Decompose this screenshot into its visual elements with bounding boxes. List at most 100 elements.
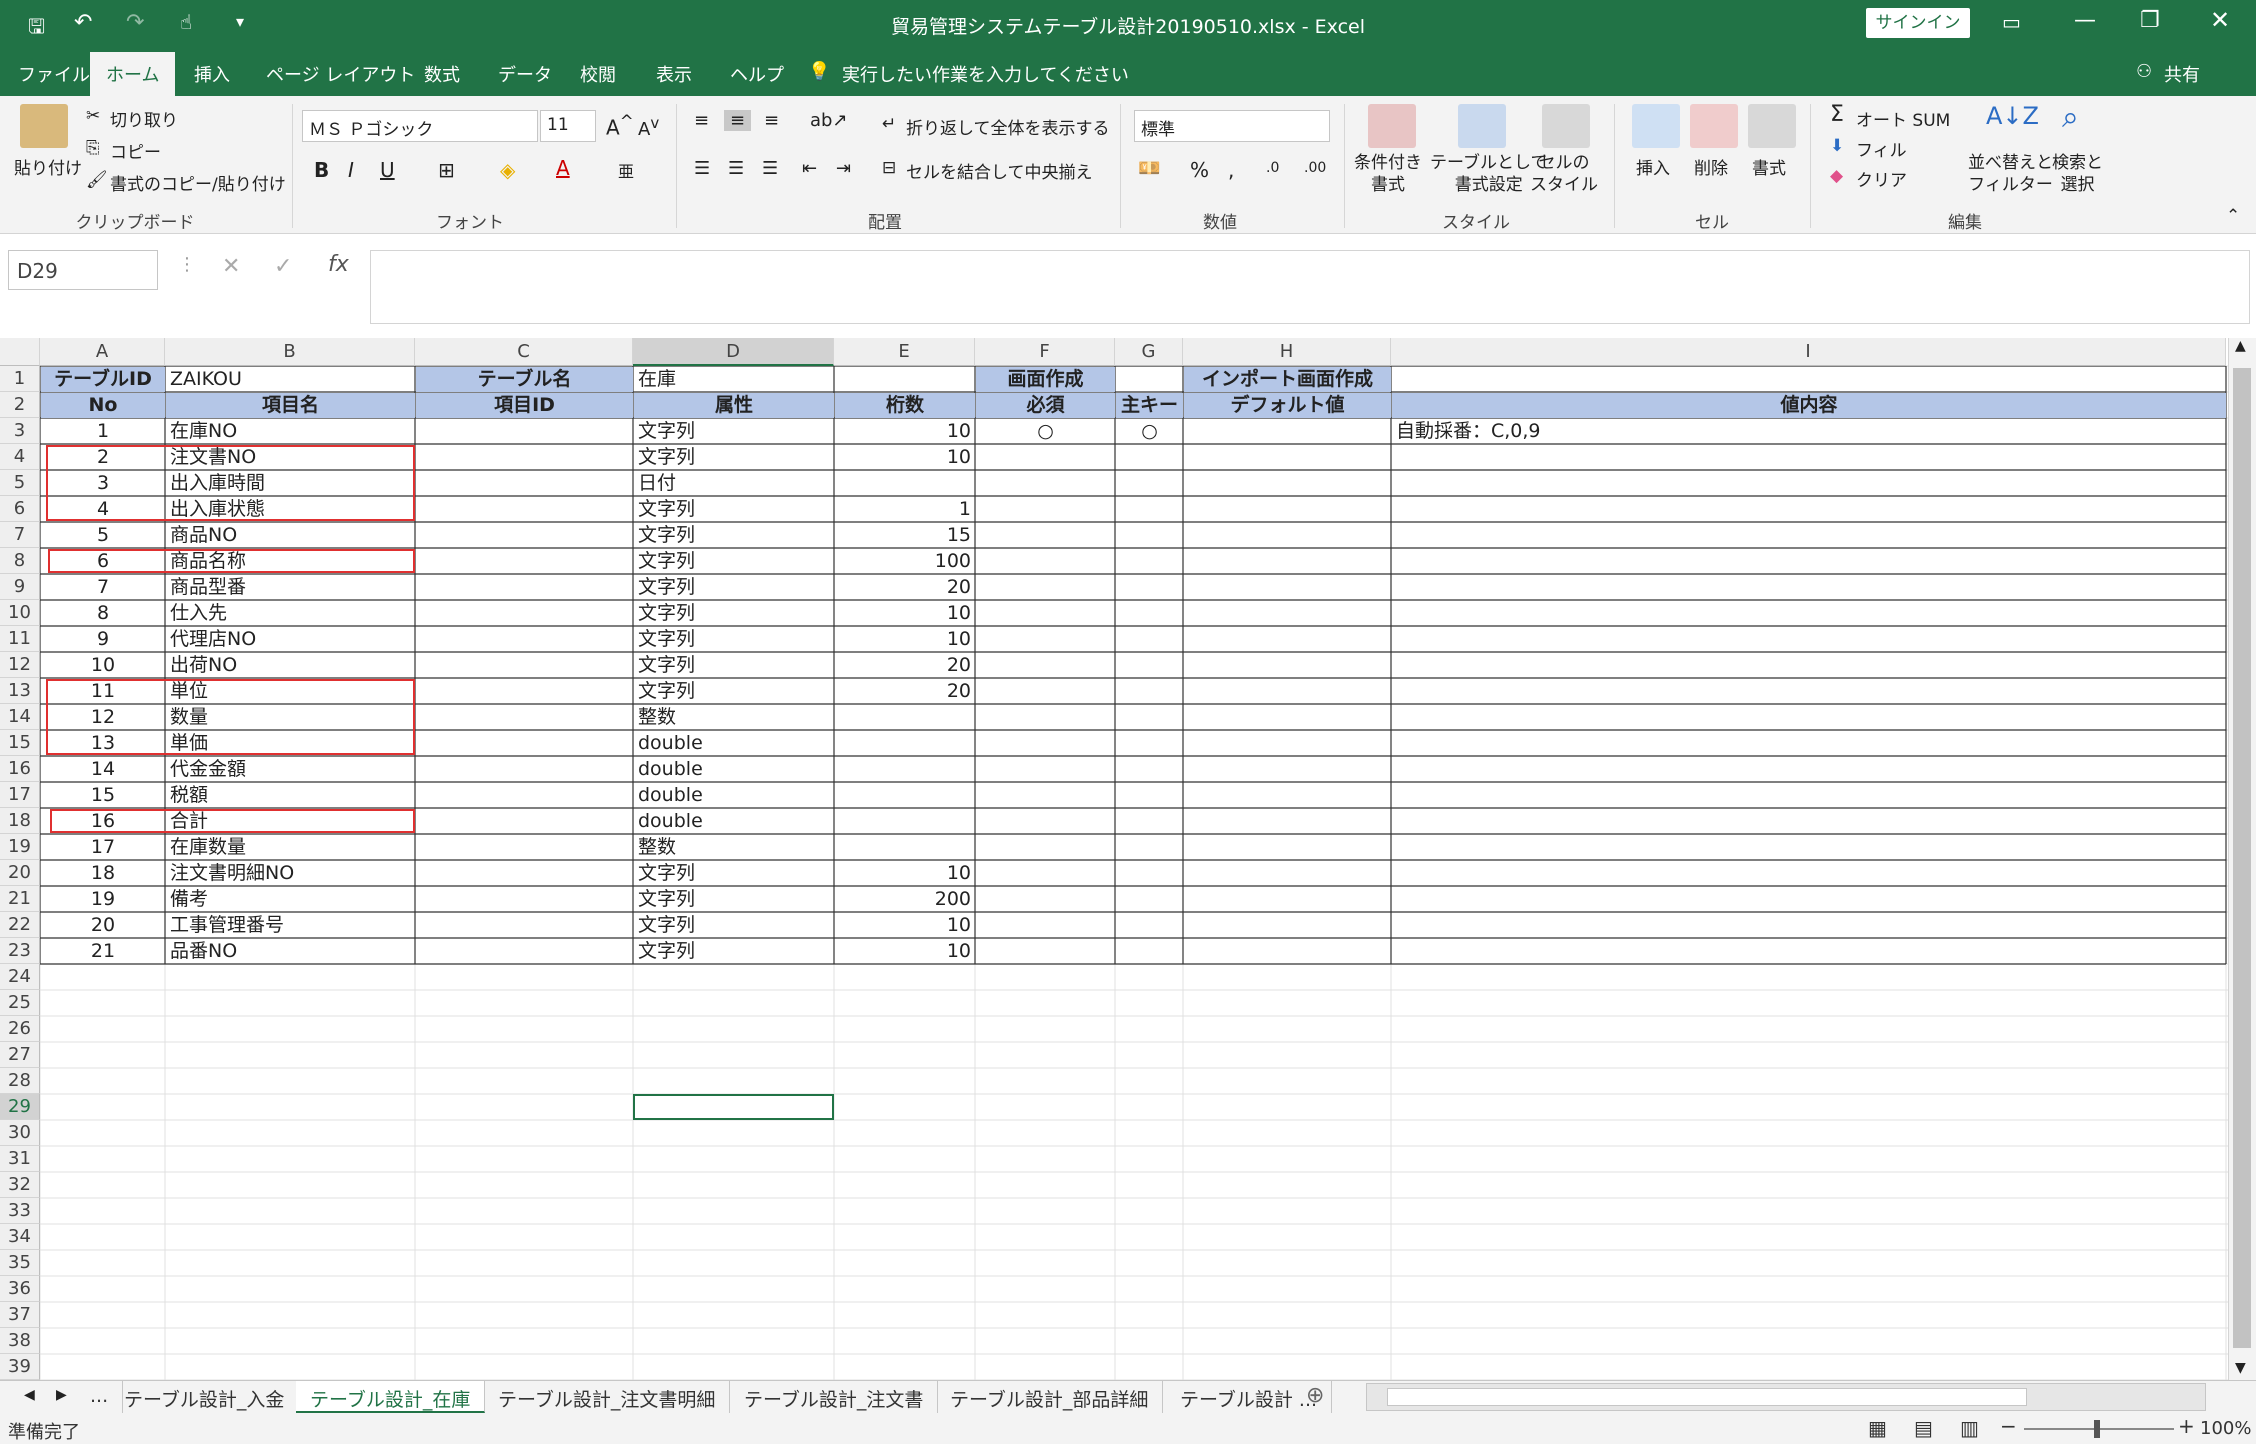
cell-item-id[interactable] xyxy=(416,835,633,860)
formula-input[interactable] xyxy=(370,250,2250,324)
cell-no[interactable]: 11 xyxy=(41,679,165,704)
row-header[interactable]: 14 xyxy=(0,704,40,730)
row-header[interactable]: 21 xyxy=(0,886,40,912)
cell-no[interactable]: 2 xyxy=(41,445,165,470)
align-bottom-icon[interactable]: ≡ xyxy=(764,110,779,131)
cell-default[interactable] xyxy=(1184,627,1391,652)
next-sheet-icon[interactable]: ▶ xyxy=(56,1387,67,1403)
format-cells-button[interactable]: 書式 xyxy=(1752,154,1786,179)
row-header[interactable]: 30 xyxy=(0,1120,40,1146)
cell-digits[interactable]: 10 xyxy=(835,939,975,964)
copy-icon[interactable]: ⎘ xyxy=(86,138,100,158)
cell-item-id[interactable] xyxy=(416,887,633,912)
row-header[interactable]: 25 xyxy=(0,990,40,1016)
insert-cells-icon[interactable] xyxy=(1632,104,1680,148)
row-header[interactable]: 1 xyxy=(0,366,40,392)
cell-required[interactable] xyxy=(976,757,1115,782)
cell-required[interactable] xyxy=(976,653,1115,678)
minimize-icon[interactable]: — xyxy=(2074,8,2096,33)
column-title-itemid[interactable]: 項目ID xyxy=(416,393,633,418)
sheet-tab[interactable]: テーブル設計_入金 xyxy=(110,1381,300,1413)
cell-item-name[interactable]: 注文書NO xyxy=(166,445,415,470)
row-header[interactable]: 18 xyxy=(0,808,40,834)
tab-insert[interactable]: 挿入 xyxy=(194,61,230,87)
cell-default[interactable] xyxy=(1184,653,1391,678)
cell-item-id[interactable] xyxy=(416,731,633,756)
selected-cell-d29[interactable] xyxy=(633,1094,834,1120)
cell-no[interactable]: 3 xyxy=(41,471,165,496)
cell-item-id[interactable] xyxy=(416,913,633,938)
cell-primary-key[interactable] xyxy=(1116,913,1183,938)
insert-cells-button[interactable]: 挿入 xyxy=(1636,154,1670,179)
bold-button[interactable]: B xyxy=(314,158,329,182)
cell-attribute[interactable]: 文字列 xyxy=(634,601,834,626)
font-size-select[interactable]: 11 xyxy=(540,110,596,142)
cell-default[interactable] xyxy=(1184,523,1391,548)
cell-attribute[interactable]: 文字列 xyxy=(634,497,834,522)
row-header[interactable]: 19 xyxy=(0,834,40,860)
cell-item-id[interactable] xyxy=(416,653,633,678)
column-header-c[interactable]: C xyxy=(415,338,633,366)
format-painter-icon[interactable]: 🖌 xyxy=(86,170,108,190)
add-sheet-icon[interactable]: ⊕ xyxy=(1306,1383,1324,1408)
cell-value[interactable] xyxy=(1392,783,2226,808)
cell-no[interactable]: 16 xyxy=(41,809,165,834)
orientation-icon[interactable]: ab↗ xyxy=(810,110,848,131)
cell-digits[interactable]: 20 xyxy=(835,575,975,600)
cell-item-id[interactable] xyxy=(416,601,633,626)
cell-required[interactable] xyxy=(976,549,1115,574)
cut-button[interactable]: 切り取り xyxy=(110,106,178,131)
row-header[interactable]: 38 xyxy=(0,1328,40,1354)
cell-value[interactable] xyxy=(1392,861,2226,886)
cell-required[interactable] xyxy=(976,861,1115,886)
font-name-select[interactable]: ＭＳ Ｐゴシック xyxy=(302,110,538,142)
cell-digits[interactable] xyxy=(835,783,975,808)
cell-attribute[interactable]: double xyxy=(634,783,834,808)
delete-cells-icon[interactable] xyxy=(1690,104,1738,148)
cell-attribute[interactable]: 文字列 xyxy=(634,913,834,938)
cell-item-id[interactable] xyxy=(416,497,633,522)
cell-value[interactable] xyxy=(1392,939,2226,964)
cell-default[interactable] xyxy=(1184,601,1391,626)
row-header[interactable]: 3 xyxy=(0,418,40,444)
shrink-font-icon[interactable]: Av xyxy=(638,114,659,140)
cell-primary-key[interactable] xyxy=(1116,627,1183,652)
row-header[interactable]: 16 xyxy=(0,756,40,782)
row-header[interactable]: 28 xyxy=(0,1068,40,1094)
cell-digits[interactable] xyxy=(835,731,975,756)
font-color-icon[interactable]: A xyxy=(556,156,570,180)
column-header-a[interactable]: A xyxy=(40,338,165,366)
cell-attribute[interactable]: 文字列 xyxy=(634,523,834,548)
cell-value[interactable] xyxy=(1392,913,2226,938)
cell-digits[interactable]: 20 xyxy=(835,653,975,678)
cell-default[interactable] xyxy=(1184,471,1391,496)
cell-no[interactable]: 10 xyxy=(41,653,165,678)
column-title-digits[interactable]: 桁数 xyxy=(835,393,975,418)
tab-formulas[interactable]: 数式 xyxy=(424,61,460,87)
cell-primary-key[interactable] xyxy=(1116,731,1183,756)
format-cells-icon[interactable] xyxy=(1748,104,1796,148)
share-button[interactable]: 共有 xyxy=(2164,61,2200,87)
row-header[interactable]: 9 xyxy=(0,574,40,600)
cell-value[interactable] xyxy=(1392,497,2226,522)
cell-attribute[interactable]: 文字列 xyxy=(634,627,834,652)
cell-item-name[interactable]: 注文書明細NO xyxy=(166,861,415,886)
column-header-d[interactable]: D xyxy=(633,338,834,366)
table-name-value[interactable]: 在庫 xyxy=(634,367,975,392)
sheet-tab[interactable]: テーブル設計_注文書 xyxy=(730,1381,939,1413)
align-right-icon[interactable]: ☰ xyxy=(762,158,778,179)
tab-review[interactable]: 校閲 xyxy=(580,61,616,87)
cell-attribute[interactable]: 文字列 xyxy=(634,653,834,678)
column-title-attr[interactable]: 属性 xyxy=(634,393,834,418)
find-icon[interactable]: ⌕ xyxy=(2062,100,2079,135)
fill-button[interactable]: フィル xyxy=(1856,136,1907,161)
cell-primary-key[interactable] xyxy=(1116,809,1183,834)
cell-no[interactable]: 21 xyxy=(41,939,165,964)
cell-primary-key[interactable] xyxy=(1116,575,1183,600)
row-header[interactable]: 35 xyxy=(0,1250,40,1276)
cell-attribute[interactable]: 整数 xyxy=(634,705,834,730)
cell-value[interactable]: 自動採番：C,0,9 xyxy=(1392,419,2226,444)
row-header[interactable]: 24 xyxy=(0,964,40,990)
row-header[interactable]: 22 xyxy=(0,912,40,938)
cell-primary-key[interactable] xyxy=(1116,835,1183,860)
